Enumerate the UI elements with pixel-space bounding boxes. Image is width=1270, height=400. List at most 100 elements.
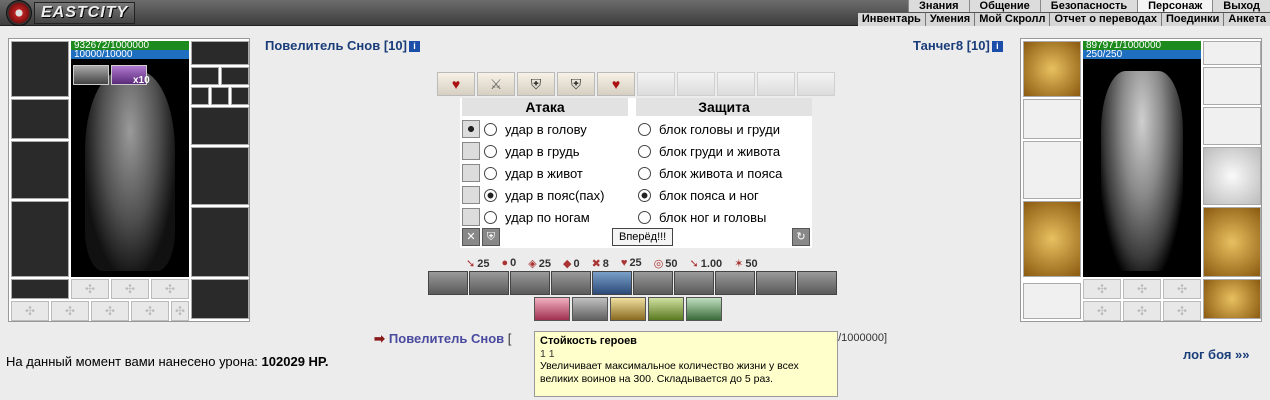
- attack-radio[interactable]: [484, 210, 497, 224]
- armor-slot[interactable]: [11, 201, 69, 277]
- empty-slot[interactable]: ✣: [131, 301, 169, 321]
- refresh-icon[interactable]: ↻: [792, 228, 810, 246]
- empty-slot[interactable]: ✣: [1123, 279, 1161, 299]
- skill-slot[interactable]: [715, 271, 755, 295]
- attack-row[interactable]: удар в пояс(пах): [462, 184, 604, 206]
- block-row[interactable]: блок живота и пояса: [638, 162, 782, 184]
- ring-slot[interactable]: [211, 87, 229, 105]
- scroll-slot-empty[interactable]: [797, 72, 835, 96]
- shield-icon[interactable]: ⛨: [482, 228, 500, 246]
- go-button[interactable]: Вперёд!!!: [612, 228, 674, 246]
- amulet-slot[interactable]: [1203, 41, 1261, 65]
- submenu-scroll[interactable]: Мой Скролл: [974, 13, 1049, 26]
- player-name[interactable]: Повелитель Снов [10] i: [265, 38, 420, 53]
- attack-radio[interactable]: [484, 166, 497, 180]
- buff-icon[interactable]: [73, 65, 109, 85]
- empty-slot[interactable]: ✣: [91, 301, 129, 321]
- empty-slot[interactable]: ✣: [151, 279, 189, 299]
- block-row[interactable]: блок головы и груди: [638, 118, 780, 140]
- submenu-fights[interactable]: Поединки: [1161, 13, 1223, 26]
- attack-marker[interactable]: [462, 186, 480, 204]
- skill-slot[interactable]: [633, 271, 673, 295]
- potion-slot[interactable]: [686, 297, 722, 321]
- potion-slot[interactable]: [572, 297, 608, 321]
- menu-exit[interactable]: Выход: [1212, 0, 1270, 12]
- scroll-slot[interactable]: ♥: [437, 72, 475, 96]
- attack-row[interactable]: удар в голову: [462, 118, 587, 140]
- attack-row[interactable]: удар по ногам: [462, 206, 590, 228]
- empty-slot[interactable]: ✣: [1163, 301, 1201, 321]
- ring-slot[interactable]: [1203, 67, 1261, 105]
- potion-slot[interactable]: [648, 297, 684, 321]
- empty-slot[interactable]: ✣: [1123, 301, 1161, 321]
- scroll-slot-empty[interactable]: [757, 72, 795, 96]
- boots-slot[interactable]: [1203, 279, 1261, 319]
- block-radio[interactable]: [638, 144, 651, 158]
- block-radio[interactable]: [638, 210, 651, 224]
- ring-slot[interactable]: [191, 87, 209, 105]
- block-radio[interactable]: [638, 166, 651, 180]
- info-icon[interactable]: i: [991, 41, 1003, 52]
- empty-slot[interactable]: ✣: [1083, 301, 1121, 321]
- attack-radio[interactable]: [484, 144, 497, 158]
- cancel-icon[interactable]: ✕: [462, 228, 480, 246]
- battle-log-link[interactable]: лог боя »»: [1183, 347, 1250, 362]
- gloves-slot[interactable]: [1203, 107, 1261, 145]
- gloves-slot[interactable]: [191, 107, 249, 145]
- scroll-slot[interactable]: ⚔: [477, 72, 515, 96]
- block-radio[interactable]: [638, 122, 651, 136]
- potion-slot[interactable]: [610, 297, 646, 321]
- skill-slot[interactable]: [592, 271, 632, 295]
- pants-slot[interactable]: [1203, 207, 1261, 277]
- empty-slot[interactable]: ✣: [51, 301, 89, 321]
- scroll-slot[interactable]: ⛨: [557, 72, 595, 96]
- skill-slot[interactable]: [551, 271, 591, 295]
- turn-player-name[interactable]: Повелитель Снов: [389, 331, 504, 346]
- attack-marker[interactable]: [462, 208, 480, 226]
- belt-slot[interactable]: [1023, 283, 1081, 319]
- weapon-slot[interactable]: [11, 141, 69, 199]
- empty-slot[interactable]: ✣: [11, 301, 49, 321]
- amulet-slot[interactable]: [191, 41, 249, 65]
- helmet-slot[interactable]: [11, 41, 69, 97]
- attack-marker[interactable]: [462, 120, 480, 138]
- menu-chat[interactable]: Общение: [968, 0, 1040, 12]
- empty-slot[interactable]: ✣: [111, 279, 149, 299]
- skill-slot[interactable]: [469, 271, 509, 295]
- submenu-profile[interactable]: Анкета: [1223, 13, 1270, 26]
- belt-slot[interactable]: [11, 279, 69, 299]
- scroll-slot[interactable]: ⛨: [517, 72, 555, 96]
- attack-radio[interactable]: [484, 122, 497, 136]
- scroll-slot-empty[interactable]: [717, 72, 755, 96]
- shield-slot[interactable]: [1203, 147, 1261, 205]
- enemy-name[interactable]: Танчег8 [10] i: [913, 38, 1003, 53]
- block-row[interactable]: блок груди и живота: [638, 140, 780, 162]
- skill-slot[interactable]: [428, 271, 468, 295]
- scroll-slot[interactable]: ♥: [597, 72, 635, 96]
- submenu-transfers[interactable]: Отчет о переводах: [1049, 13, 1161, 26]
- submenu-skills[interactable]: Умения: [924, 13, 974, 26]
- scroll-slot-empty[interactable]: [637, 72, 675, 96]
- bracers-slot[interactable]: [1023, 99, 1081, 139]
- empty-slot[interactable]: ✣: [71, 279, 109, 299]
- potion-slot[interactable]: [534, 297, 570, 321]
- offhand-slot[interactable]: [191, 147, 249, 205]
- boots-slot[interactable]: [191, 279, 249, 319]
- attack-marker[interactable]: [462, 142, 480, 160]
- menu-security[interactable]: Безопасность: [1039, 0, 1137, 12]
- scroll-slot-empty[interactable]: [677, 72, 715, 96]
- pants-slot[interactable]: [191, 207, 249, 277]
- skill-slot[interactable]: [756, 271, 796, 295]
- skill-slot[interactable]: [510, 271, 550, 295]
- submenu-inventory[interactable]: Инвентарь: [858, 13, 925, 26]
- empty-slot[interactable]: ✣: [1083, 279, 1121, 299]
- attack-marker[interactable]: [462, 164, 480, 182]
- helmet-slot[interactable]: [1023, 41, 1081, 97]
- ring-slot[interactable]: [221, 67, 249, 85]
- ring-slot[interactable]: [191, 67, 219, 85]
- info-icon[interactable]: i: [408, 41, 420, 52]
- attack-row[interactable]: удар в живот: [462, 162, 583, 184]
- logo[interactable]: EASTCITY: [6, 0, 146, 26]
- empty-slot[interactable]: ✣: [171, 301, 189, 321]
- empty-slot[interactable]: ✣: [1163, 279, 1201, 299]
